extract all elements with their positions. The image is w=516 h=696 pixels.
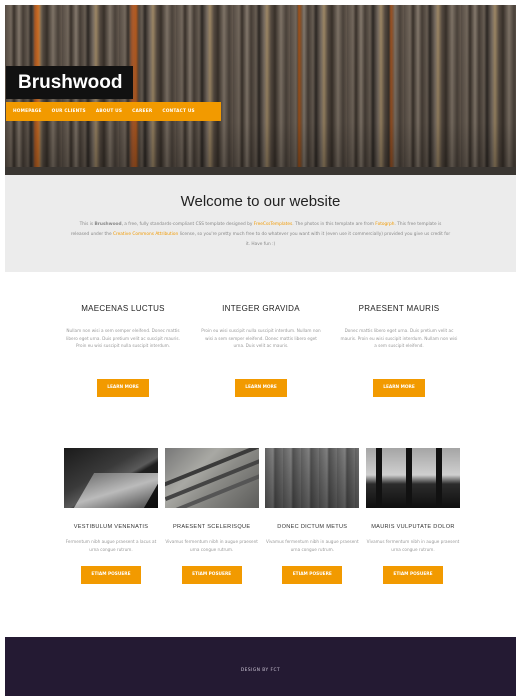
concrete-stairs-photo[interactable] (164, 448, 259, 508)
nav-about-us[interactable]: ABOUT US (96, 109, 122, 114)
feature-title: INTEGER GRAVIDA (222, 304, 300, 313)
etiam-posuere-button[interactable]: ETIAM POSUERE (181, 566, 242, 584)
gallery-title: MAURIS VULPUTATE DOLOR (371, 524, 455, 530)
page: Brushwood HOMEPAGE OUR CLIENTS ABOUT US … (0, 0, 516, 696)
feature-text: Nullam non wisi a sem semper eleifend. D… (66, 328, 180, 349)
main-nav: HOMEPAGE OUR CLIENTS ABOUT US CAREER CON… (6, 102, 221, 121)
site-logo[interactable]: Brushwood (6, 66, 133, 99)
nav-homepage[interactable]: HOMEPAGE (13, 109, 42, 114)
feature-title: MAECENAS LUCTUS (81, 304, 165, 313)
header-shadow (5, 167, 516, 175)
feature-title: PRAESENT MAURIS (358, 304, 440, 313)
feature-column: INTEGER GRAVIDA Proin eu wisi suscipit n… (201, 304, 321, 397)
gallery-title: VESTIBULUM VENENATIS (73, 524, 149, 530)
gallery-text: Vivamus fermentum nibh in augue praesent… (165, 539, 258, 552)
welcome-link-license[interactable]: Creative Commons Attribution (113, 232, 178, 237)
gallery-item: VESTIBULUM VENENATIS Fermentum nibh augu… (64, 448, 158, 584)
learn-more-button[interactable]: LEARN MORE (97, 379, 149, 397)
welcome-link-photos[interactable]: Fotogrph (375, 222, 394, 227)
etiam-posuere-button[interactable]: ETIAM POSUERE (282, 566, 343, 584)
gallery-title: PRAESENT SCELERISQUE (172, 524, 251, 530)
footer: DESIGN BY FCT (5, 637, 516, 696)
gallery-title: DONEC DICTUM METUS (277, 524, 348, 530)
welcome-section: Welcome to our website This is Brushwood… (5, 175, 516, 272)
feature-text: Donec mattis libero eget urna. Duis pret… (340, 328, 458, 349)
etiam-posuere-button[interactable]: ETIAM POSUERE (81, 566, 141, 584)
feature-column: PRAESENT MAURIS Donec mattis libero eget… (339, 304, 459, 397)
welcome-text-part: . The photos in this template are from (292, 222, 376, 227)
welcome-text-part: This is (79, 222, 95, 227)
welcome-text: This is Brushwood, a free, fully standar… (70, 220, 451, 250)
logo-text: Brushwood (18, 71, 123, 93)
brick-wall-photo[interactable] (265, 448, 360, 508)
feature-columns: MAECENAS LUCTUS Nullam non wisi a sem se… (63, 304, 459, 397)
nav-career[interactable]: CAREER (132, 109, 152, 114)
welcome-text-part: , a free, fully standards-compliant CSS … (121, 222, 254, 227)
footer-credit: DESIGN BY FCT (240, 668, 281, 673)
welcome-text-part: license, so you're pretty much free to d… (178, 232, 451, 247)
gallery-item: PRAESENT SCELERISQUE Vivamus fermentum n… (164, 448, 259, 584)
gallery-text: Vivamus fermentum nibh in augue praesent… (266, 539, 359, 552)
welcome-link-designer[interactable]: FreeCssTemplates (254, 222, 292, 227)
welcome-brand: Brushwood (94, 222, 122, 227)
nav-contact-us[interactable]: CONTACT US (162, 109, 195, 114)
etiam-posuere-button[interactable]: ETIAM POSUERE (382, 566, 443, 584)
nav-our-clients[interactable]: OUR CLIENTS (52, 109, 86, 114)
gallery-item: DONEC DICTUM METUS Vivamus fermentum nib… (265, 448, 360, 584)
learn-more-button[interactable]: LEARN MORE (373, 379, 425, 397)
dark-pillars-photo[interactable] (365, 448, 460, 508)
feature-column: MAECENAS LUCTUS Nullam non wisi a sem se… (63, 304, 183, 397)
learn-more-button[interactable]: LEARN MORE (235, 379, 287, 397)
welcome-title: Welcome to our website (180, 193, 341, 210)
gallery-item: MAURIS VULPUTATE DOLOR Vivamus fermentum… (365, 448, 460, 584)
gallery-text: Vivamus fermentum nibh in augue praesent… (366, 539, 460, 552)
feature-text: Proin eu wisi suscipit nulla suscipit in… (201, 328, 321, 349)
gallery: VESTIBULUM VENENATIS Fermentum nibh augu… (64, 448, 460, 584)
gallery-text: Fermentum nibh augue praesent a lacus at… (65, 539, 157, 552)
dark-tunnel-photo[interactable] (64, 448, 158, 508)
